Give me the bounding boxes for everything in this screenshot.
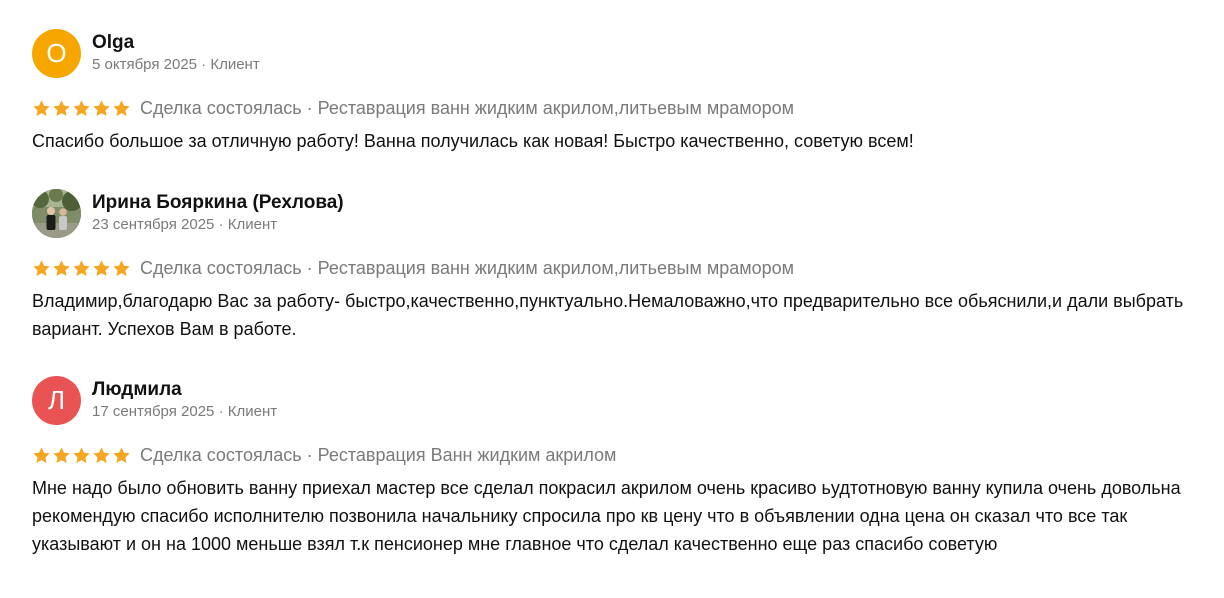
service-name: Реставрация ванн жидким акрилом,литьевым…: [317, 257, 795, 278]
review-header: Ирина Бояркина (Рехлова) 23 сентября 202…: [32, 188, 1202, 238]
avatar[interactable]: O: [32, 28, 81, 78]
author-block: Ирина Бояркина (Рехлова) 23 сентября 202…: [92, 191, 344, 235]
review-date: 17 сентября 2025: [92, 403, 215, 420]
star-icon: [73, 446, 90, 463]
star-icon: [93, 259, 110, 276]
service-name: Реставрация ванн жидким акрилом,литьевым…: [317, 97, 795, 118]
star-icon: [53, 99, 70, 116]
review-item: Ирина Бояркина (Рехлова) 23 сентября 202…: [32, 188, 1202, 343]
star-icon: [53, 446, 70, 463]
deal-info: Сделка состоялась · Реставрация ванн жид…: [140, 98, 794, 119]
review-text: Мне надо было обновить ванну приехал мас…: [32, 478, 1181, 554]
deal-separator: ·: [301, 257, 318, 278]
author-name[interactable]: Людмила: [92, 378, 277, 402]
star-icon: [53, 259, 70, 276]
deal-separator: ·: [301, 444, 318, 465]
review-meta: 17 сентября 2025 · Клиент: [92, 402, 277, 422]
review-date: 23 сентября 2025: [92, 216, 215, 233]
star-icon: [33, 446, 50, 463]
star-icon: [93, 99, 110, 116]
reviewer-role: Клиент: [227, 216, 278, 233]
deal-status: Сделка состоялась: [140, 257, 302, 278]
service-name: Реставрация Ванн жидким акрилом: [317, 444, 617, 465]
star-rating: [32, 446, 131, 465]
deal-info: Сделка состоялась · Реставрация ванн жид…: [140, 258, 794, 279]
star-rating: [32, 99, 131, 118]
star-icon: [113, 446, 130, 463]
avatar-letter: Л: [47, 384, 66, 415]
author-block: Olga 5 октября 2025 · Клиент: [92, 31, 260, 75]
avatar-photo[interactable]: [32, 188, 81, 238]
avatar[interactable]: Л: [32, 375, 81, 425]
meta-separator: ·: [214, 216, 228, 233]
meta-separator: ·: [214, 403, 228, 420]
deal-status: Сделка состоялась: [140, 444, 302, 465]
rating-row: Сделка состоялась · Реставрация ванн жид…: [32, 96, 1202, 120]
review-item: O Olga 5 октября 2025 · Клиент Сделка со…: [32, 28, 1202, 155]
review-header: O Olga 5 октября 2025 · Клиент: [32, 28, 1202, 78]
review-date: 5 октября 2025: [92, 56, 197, 73]
deal-separator: ·: [301, 97, 318, 118]
review-text: Владимир,благодарю Вас за работу- быстро…: [32, 291, 1184, 339]
star-icon: [33, 259, 50, 276]
star-icon: [113, 99, 130, 116]
review-item: Л Людмила 17 сентября 2025 · Клиент Сдел…: [32, 375, 1202, 558]
reviewer-role: Клиент: [210, 56, 260, 73]
star-icon: [33, 99, 50, 116]
reviewer-role: Клиент: [227, 403, 278, 420]
avatar-letter: O: [46, 37, 67, 68]
rating-row: Сделка состоялась · Реставрация Ванн жид…: [32, 443, 1202, 467]
author-name[interactable]: Ирина Бояркина (Рехлова): [92, 191, 344, 215]
review-meta: 5 октября 2025 · Клиент: [92, 55, 260, 75]
review-meta: 23 сентября 2025 · Клиент: [92, 215, 344, 235]
meta-separator: ·: [197, 56, 211, 73]
author-name[interactable]: Olga: [92, 31, 260, 55]
review-header: Л Людмила 17 сентября 2025 · Клиент: [32, 375, 1202, 425]
star-icon: [73, 99, 90, 116]
user-photo-icon: [32, 188, 81, 238]
author-block: Людмила 17 сентября 2025 · Клиент: [92, 378, 277, 422]
review-text: Спасибо большое за отличную работу! Ванн…: [32, 131, 914, 151]
star-icon: [93, 446, 110, 463]
star-icon: [73, 259, 90, 276]
deal-status: Сделка состоялась: [140, 97, 302, 118]
deal-info: Сделка состоялась · Реставрация Ванн жид…: [140, 445, 616, 466]
star-rating: [32, 259, 131, 278]
rating-row: Сделка состоялась · Реставрация ванн жид…: [32, 256, 1202, 280]
star-icon: [113, 259, 130, 276]
